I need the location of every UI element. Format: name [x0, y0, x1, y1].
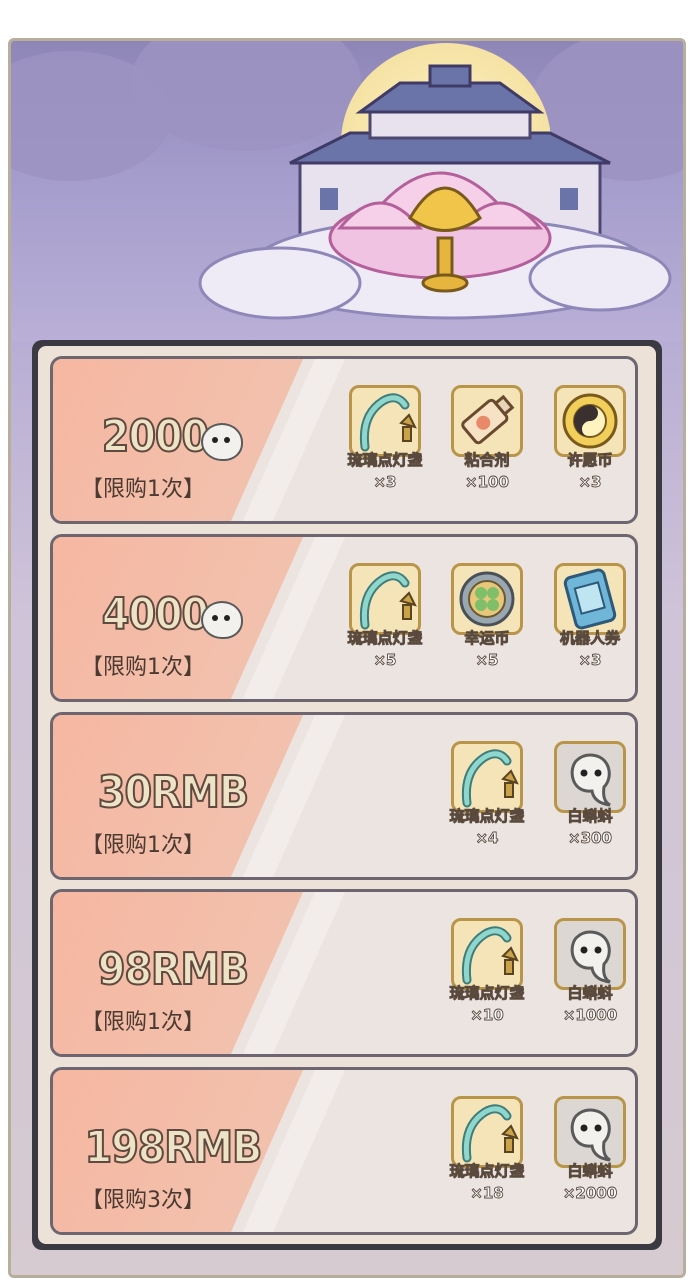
pack-price: 30RMB	[97, 766, 250, 819]
reward-item-quantity: ×10	[470, 1006, 504, 1025]
reward-item-name: 白蝌蚪	[567, 807, 613, 826]
reward-item: 白蝌蚪 ×300	[545, 741, 635, 861]
reward-item: 琉璃点灯盏 ×3	[340, 385, 430, 505]
reward-item-name: 粘合剂	[464, 451, 510, 470]
purchase-limit: 【限购3次】	[81, 1188, 205, 1213]
reward-item-name: 白蝌蚪	[567, 984, 613, 1003]
reward-item-quantity: ×4	[475, 829, 499, 848]
purchase-limit: 【限购1次】	[81, 833, 205, 858]
reward-item-quantity: ×100	[465, 473, 510, 492]
reward-item-name: 琉璃点灯盏	[449, 807, 525, 826]
purchase-limit: 【限购1次】	[81, 655, 205, 680]
reward-item-quantity: ×3	[578, 651, 602, 670]
tadpole-currency-icon	[201, 601, 243, 639]
banner-illustration	[198, 64, 672, 320]
shop-pack-row[interactable]: 4000 【限购1次】 琉璃点灯盏 ×5 幸运币 ×5 机器人券 ×3	[50, 534, 638, 702]
reward-item: 白蝌蚪 ×1000	[545, 918, 635, 1038]
purchase-limit: 【限购1次】	[81, 477, 205, 502]
reward-item-quantity: ×3	[373, 473, 397, 492]
reward-item-name: 琉璃点灯盏	[449, 984, 525, 1003]
pack-price: 198RMB	[84, 1121, 264, 1174]
shop-pack-row[interactable]: 198RMB 【限购3次】 琉璃点灯盏 ×18 白蝌蚪 ×2000	[50, 1067, 638, 1235]
reward-item: 琉璃点灯盏 ×5	[340, 563, 430, 683]
reward-item-quantity: ×1000	[562, 1006, 618, 1025]
shop-pack-row[interactable]: 2000 【限购1次】 琉璃点灯盏 ×3 粘合剂 ×100 许愿币 ×3	[50, 356, 638, 524]
shop-pack-row[interactable]: 98RMB 【限购1次】 琉璃点灯盏 ×10 白蝌蚪 ×1000	[50, 889, 638, 1057]
reward-item: 琉璃点灯盏 ×18	[442, 1096, 532, 1216]
reward-item-name: 琉璃点灯盏	[347, 451, 423, 470]
reward-item: 琉璃点灯盏 ×4	[442, 741, 532, 861]
reward-item-quantity: ×300	[568, 829, 613, 848]
reward-item-quantity: ×2000	[562, 1184, 618, 1203]
reward-item-quantity: ×3	[578, 473, 602, 492]
reward-item-quantity: ×18	[470, 1184, 504, 1203]
reward-item-quantity: ×5	[373, 651, 397, 670]
purchase-limit: 【限购1次】	[81, 1010, 205, 1035]
reward-item: 琉璃点灯盏 ×10	[442, 918, 532, 1038]
reward-item: 机器人券 ×3	[545, 563, 635, 683]
shop-pack-row[interactable]: 30RMB 【限购1次】 琉璃点灯盏 ×4 白蝌蚪 ×300	[50, 712, 638, 880]
reward-item-name: 琉璃点灯盏	[449, 1162, 525, 1181]
reward-item-name: 幸运币	[464, 629, 510, 648]
reward-item-name: 机器人券	[559, 629, 621, 648]
reward-item: 粘合剂 ×100	[442, 385, 532, 505]
tadpole-currency-icon	[201, 423, 243, 461]
reward-item-name: 白蝌蚪	[567, 1162, 613, 1181]
pack-price: 98RMB	[97, 943, 250, 996]
reward-item-name: 琉璃点灯盏	[347, 629, 423, 648]
reward-item-quantity: ×5	[475, 651, 499, 670]
reward-item: 白蝌蚪 ×2000	[545, 1096, 635, 1216]
reward-item: 幸运币 ×5	[442, 563, 532, 683]
reward-item-name: 许愿币	[567, 451, 613, 470]
reward-item: 许愿币 ×3	[545, 385, 635, 505]
